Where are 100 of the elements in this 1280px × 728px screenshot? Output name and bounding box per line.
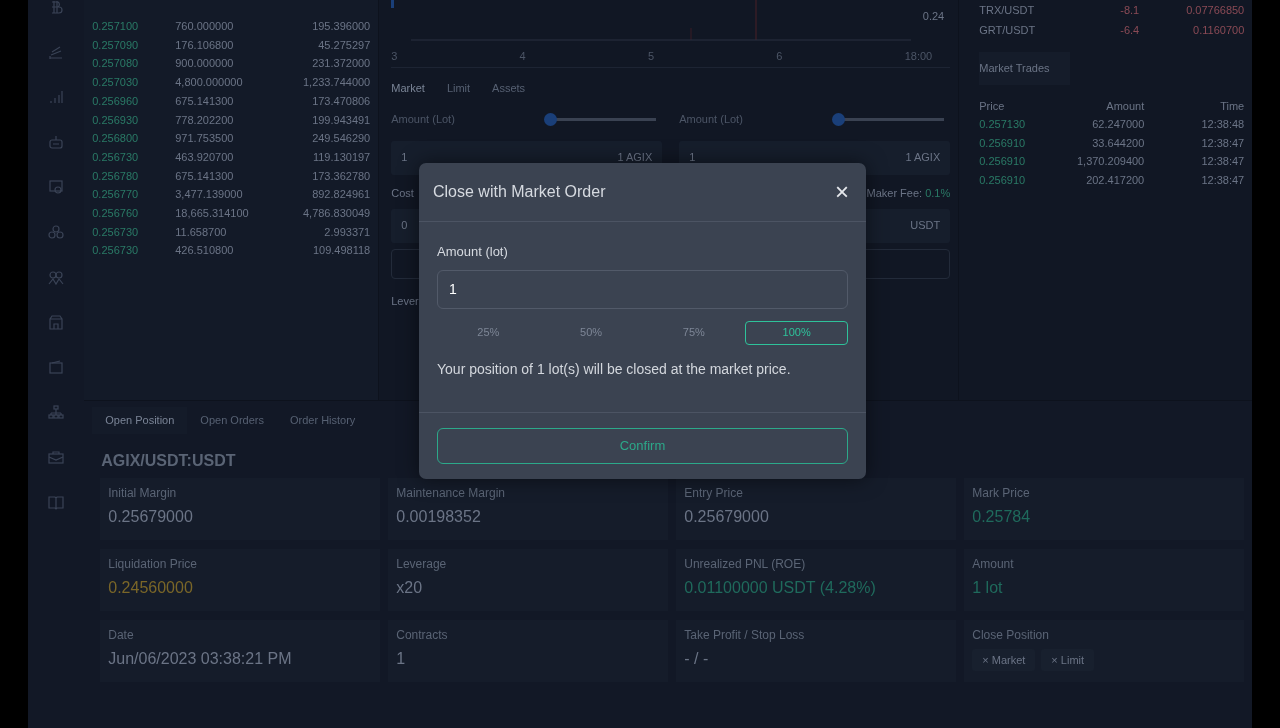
card-label: Entry Price (684, 484, 744, 502)
market-trades-tab[interactable]: Market Trades (979, 52, 1070, 85)
wallet-icon[interactable] (47, 358, 65, 376)
card-value: 0.25784 (972, 506, 1032, 527)
card-label: Date (108, 626, 135, 644)
axis-label: 18:00 (904, 49, 933, 64)
position-tab[interactable]: Order History (276, 407, 369, 434)
price-axis-label: 0.24 (922, 9, 945, 24)
amount-text: 463.920700 (175, 149, 235, 165)
close-button[interactable]: × Market (972, 648, 1036, 671)
table-cell-text: 0.256910 (979, 172, 1027, 188)
amount-text: 675.141300 (175, 93, 235, 109)
card-value: 1 lot (972, 577, 1004, 598)
people-icon[interactable] (47, 268, 65, 286)
amount-text: 4,800.000000 (175, 75, 244, 91)
column-header: Amount (1105, 98, 1145, 114)
slider-thumb[interactable] (832, 113, 846, 126)
amount-text: 11.658700 (175, 224, 228, 240)
amount-text: 900.000000 (175, 56, 235, 72)
unit-text: 1 AGIX (617, 150, 653, 166)
card-label: Contracts (396, 626, 449, 644)
table-cell-text: 12:38:48 (1200, 117, 1245, 132)
price-text: 0.257100 (92, 19, 140, 35)
percent-button[interactable]: 50% (539, 320, 643, 345)
card-label: Leverage (396, 555, 448, 573)
axis-label: 3 (391, 49, 398, 64)
order-type-tab[interactable]: Assets (492, 80, 526, 97)
price-text: 0.256930 (92, 112, 140, 128)
total-text: 231.372000 (312, 56, 371, 72)
axis-label: 5 (647, 49, 655, 64)
amount-text: 675.141300 (175, 168, 235, 184)
message-text: Your position of 1 lot(s) will be closed at the market price. (437, 359, 792, 379)
card-value: Jun/06/2023 03:38:21 PM (108, 648, 293, 669)
card-label: Take Profit / Stop Loss (684, 626, 806, 644)
pair-text: GRT/USDT (979, 22, 1037, 38)
card-label: Unrealized PNL (ROE) (684, 555, 807, 573)
amount-text: 176.106800 (175, 37, 235, 53)
robot-icon[interactable] (47, 133, 65, 151)
percent-button[interactable]: 75% (642, 320, 746, 345)
amount-text: 18,665.314100 (175, 205, 250, 221)
price-text: 0.257090 (92, 37, 140, 53)
amount-text: 971.753500 (175, 131, 235, 147)
table-cell-text: 12:38:47 (1200, 154, 1245, 169)
table-cell-text: 0.257130 (979, 117, 1027, 132)
bar-chart-icon[interactable] (47, 88, 65, 106)
card-value: 0.25679000 (684, 506, 770, 527)
field-label: Amount (Lot) (391, 112, 455, 128)
price-text: 0.256760 (92, 205, 140, 221)
percent-button[interactable]: 100% (745, 320, 848, 345)
price-text: 0.07766850 (1185, 2, 1245, 18)
card-label: Liquidation Price (108, 555, 198, 573)
price-text: 0.256730 (92, 243, 140, 259)
hierarchy-icon[interactable] (47, 403, 65, 421)
total-text: 173.470806 (312, 93, 371, 109)
card-value: 1 (396, 648, 407, 669)
total-text: 892.824961 (312, 187, 371, 203)
close-button[interactable]: × (832, 180, 852, 204)
card-label: Maintenance Margin (396, 484, 506, 502)
change-text: -6.4 (1119, 22, 1140, 38)
table-cell-text: 33.644200 (1091, 135, 1145, 151)
order-type-tab[interactable]: Limit (446, 80, 471, 97)
card-value: 0.01100000 USDT (4.28%) (684, 577, 877, 598)
table-cell-text: 202.417200 (1085, 172, 1145, 188)
order-type-tab[interactable]: Market (391, 80, 425, 97)
confirm-button[interactable]: Confirm (437, 428, 848, 464)
position-tab[interactable]: Open Orders (187, 407, 277, 434)
close-button[interactable]: × Limit (1041, 648, 1095, 671)
card-label: Initial Margin (108, 484, 178, 502)
field-label: Amount (lot) (437, 243, 509, 261)
book-icon[interactable] (47, 493, 65, 511)
total-text: 1,233.744000 (302, 75, 371, 91)
total-text: 249.546290 (312, 131, 371, 147)
price-text: 0.256800 (92, 131, 140, 147)
total-text: 4,786.830049 (302, 205, 371, 221)
store-icon[interactable] (47, 313, 65, 331)
modal-title: Close with Market Order (433, 182, 606, 202)
input-value: 1 (689, 150, 696, 166)
card-value: 0.24560000 (108, 577, 194, 598)
table-cell-text: 12:38:47 (1200, 135, 1245, 151)
input-value: 0 (401, 218, 408, 234)
card-label: Mark Price (972, 484, 1031, 502)
card-value: x20 (396, 577, 424, 598)
input-value: 1 (401, 150, 408, 166)
total-text: 173.362780 (312, 168, 371, 184)
price-text: 0.1160700 (1192, 22, 1245, 38)
cubes-icon[interactable] (47, 223, 65, 241)
pair-text: TRX/USDT (979, 2, 1036, 18)
symbol-title: AGIX/USDT:USDT (100, 450, 237, 471)
price-text: 0.256730 (92, 149, 140, 165)
receipt-icon[interactable] (47, 178, 65, 196)
price-text: 0.257080 (92, 56, 140, 72)
percent-button[interactable]: 25% (437, 320, 540, 345)
slider-thumb[interactable] (544, 113, 558, 126)
column-header: Price (979, 98, 1006, 114)
price-text: 0.256960 (92, 93, 140, 109)
price-text: 0.256730 (92, 224, 140, 240)
briefcase-icon[interactable] (47, 448, 65, 466)
amount-input[interactable]: 1 (437, 269, 848, 309)
price-text: 0.256780 (92, 168, 140, 184)
field-label: Cost (391, 186, 414, 202)
